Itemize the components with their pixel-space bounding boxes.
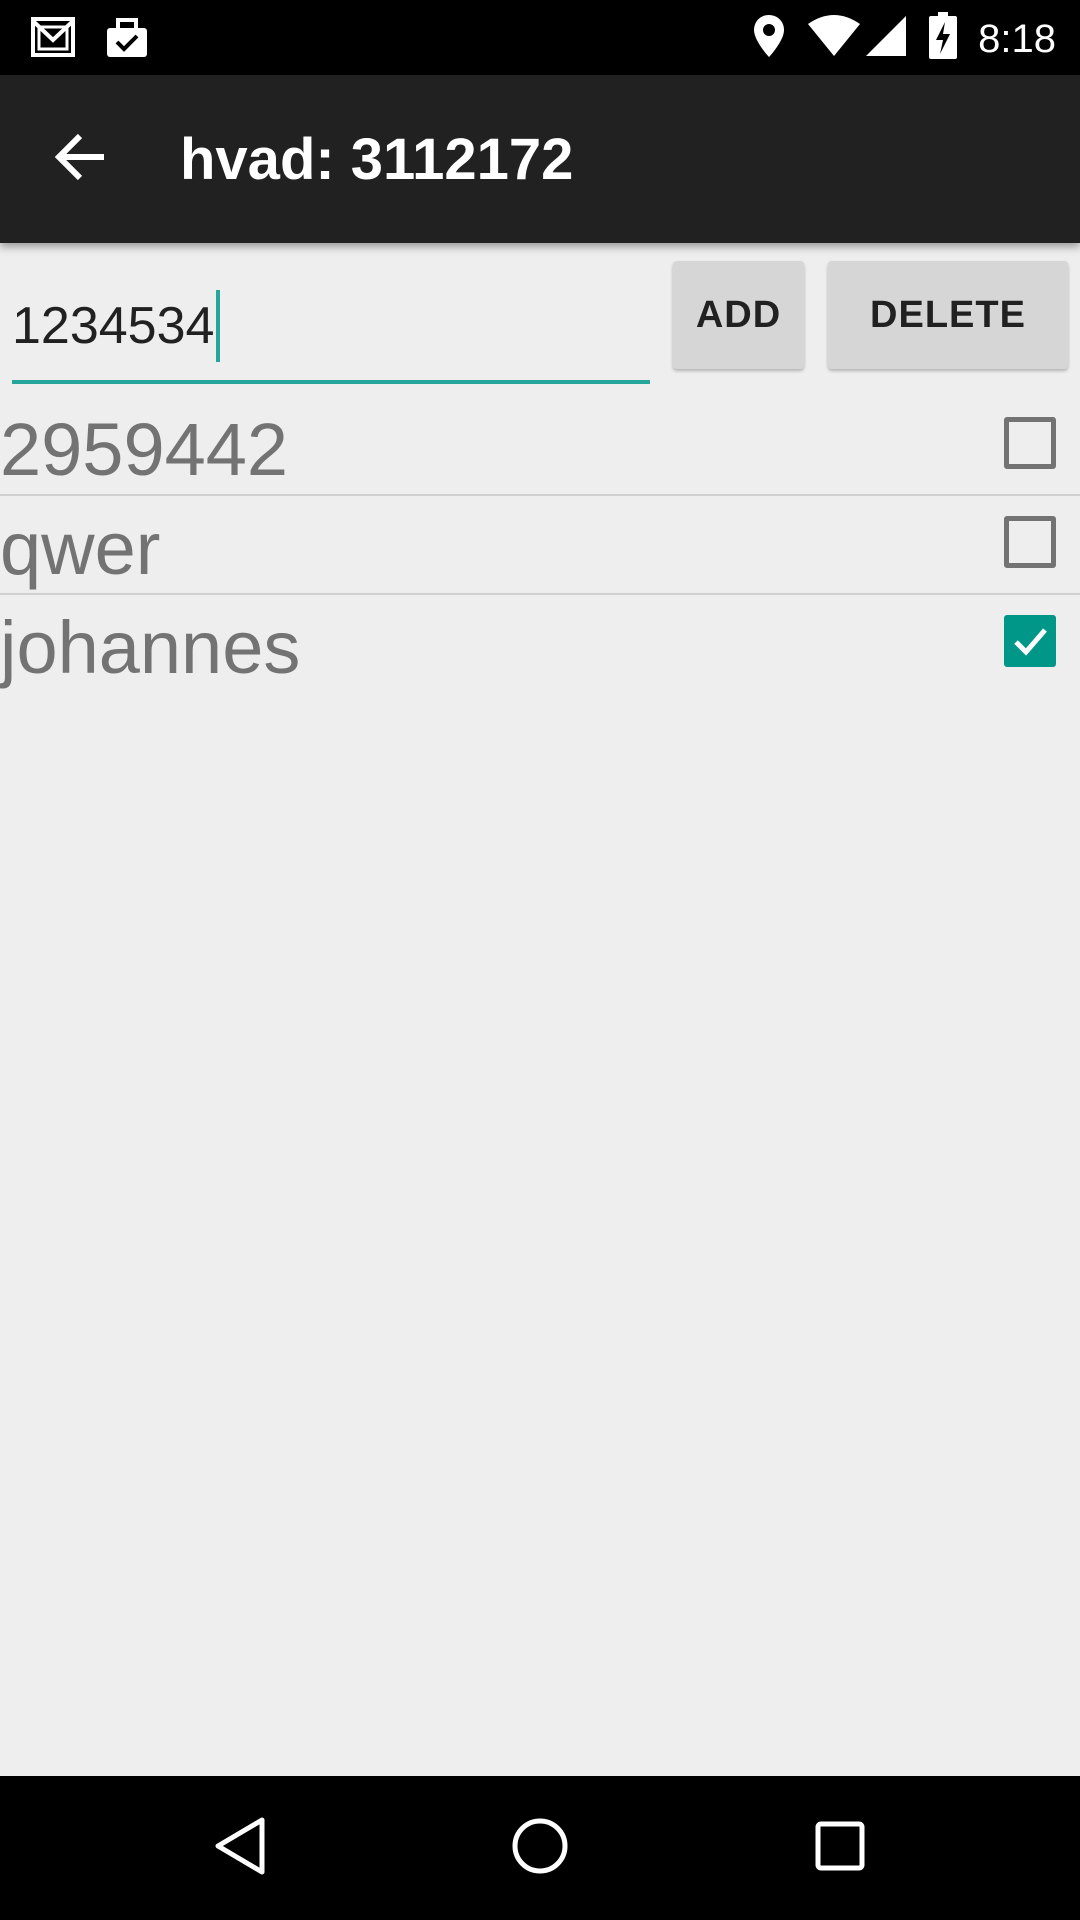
wifi-icon: [806, 14, 862, 63]
text-cursor: [216, 290, 221, 362]
number-input[interactable]: 1234534: [12, 262, 650, 384]
delete-button[interactable]: DELETE: [828, 261, 1068, 369]
home-circle-icon: [511, 1817, 569, 1880]
checkbox-unchecked[interactable]: [1004, 417, 1056, 469]
battery-charging-icon: [928, 12, 958, 65]
arrow-back-icon: [54, 133, 106, 186]
location-icon: [752, 13, 786, 64]
list-item-label: qwer: [0, 507, 161, 590]
checkbox-unchecked[interactable]: [1004, 516, 1056, 568]
briefcase-check-icon: [104, 16, 150, 65]
navigation-bar: [0, 1776, 1080, 1920]
status-time: 8:18: [978, 16, 1056, 61]
app-bar: hvad: 3112172: [0, 75, 1080, 243]
nav-recents-button[interactable]: [800, 1808, 880, 1888]
back-triangle-icon: [212, 1816, 268, 1881]
input-underline: [12, 380, 650, 384]
list-item[interactable]: 2959442: [0, 397, 1080, 496]
nav-back-button[interactable]: [200, 1808, 280, 1888]
notification-icons: [30, 16, 150, 65]
input-value: 1234534: [12, 297, 215, 355]
page-title: hvad: 3112172: [180, 127, 574, 192]
list-item-label: 2959442: [0, 408, 289, 491]
nav-home-button[interactable]: [500, 1808, 580, 1888]
recents-square-icon: [814, 1820, 866, 1877]
system-icons: 8:18: [752, 12, 1056, 65]
checkbox-checked[interactable]: [1004, 615, 1056, 667]
list-item-label: johannes: [0, 606, 301, 689]
list-item[interactable]: johannes: [0, 595, 1080, 692]
add-button[interactable]: ADD: [673, 261, 804, 369]
gmail-icon: [30, 16, 76, 65]
list-item[interactable]: qwer: [0, 496, 1080, 595]
status-bar: 8:18: [0, 0, 1080, 75]
item-list: 2959442 qwer johannes: [0, 397, 1080, 692]
signal-icon: [864, 14, 908, 63]
back-button[interactable]: [40, 119, 120, 199]
checkmark-icon: [1014, 628, 1047, 656]
